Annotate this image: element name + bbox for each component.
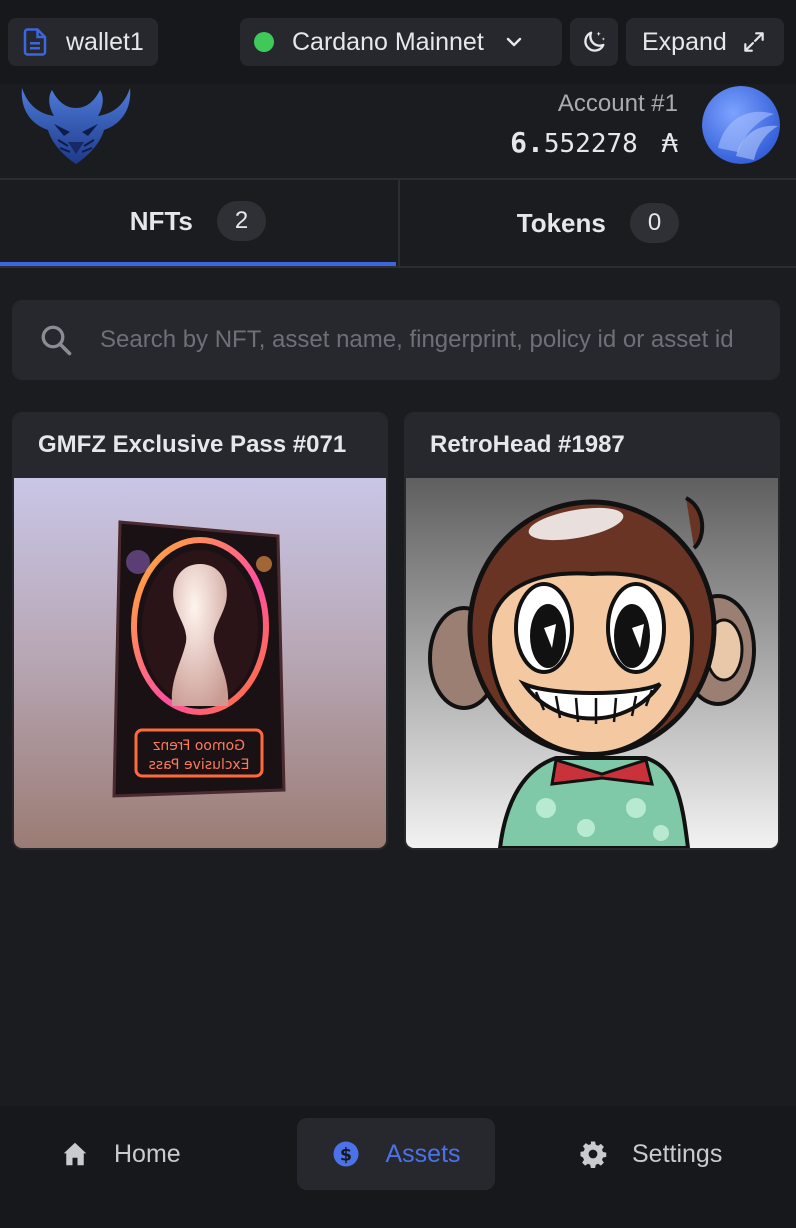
tab-nfts-count: 2	[216, 201, 267, 241]
wallet-selector[interactable]: wallet1	[8, 18, 158, 66]
top-bar: wallet1 Cardano Mainnet Expand	[0, 0, 796, 84]
home-icon	[63, 1142, 87, 1166]
tab-tokens[interactable]: Tokens 0	[398, 180, 796, 266]
document-icon	[23, 28, 47, 56]
asset-tabs: NFTs 2 Tokens 0	[0, 180, 796, 268]
expand-label: Expand	[642, 27, 727, 56]
search-input[interactable]	[98, 325, 762, 355]
nft-card[interactable]: RetroHead #1987	[404, 412, 780, 850]
tab-tokens-label: Tokens	[516, 207, 606, 238]
moon-stars-icon	[584, 31, 605, 52]
wallet-logo	[21, 88, 131, 164]
account-balance: 6.552278 ₳	[510, 126, 678, 159]
svg-text:$: $	[340, 1145, 352, 1165]
nft-title: GMFZ Exclusive Pass #071	[38, 431, 347, 458]
nav-home[interactable]: Home	[60, 1118, 181, 1190]
nft-card-text-1: Gomoo Frenz	[153, 738, 245, 754]
chevron-down-icon	[506, 37, 521, 47]
search-bar	[12, 300, 780, 380]
expand-arrows-icon	[744, 32, 764, 52]
gear-icon	[580, 1141, 607, 1168]
nav-settings[interactable]: Settings	[578, 1118, 722, 1190]
nft-image	[406, 478, 778, 848]
search-icon	[41, 325, 72, 356]
balance-integer: 6.	[510, 126, 544, 159]
nft-image: Gomoo Frenz Exclusive Pass	[14, 478, 386, 848]
balance-decimal: 552278	[543, 129, 638, 159]
network-name: Cardano Mainnet	[292, 27, 484, 56]
tab-nfts[interactable]: NFTs 2	[0, 180, 396, 266]
account-header: Account #1 6.552278 ₳	[0, 84, 796, 180]
bottom-nav: Home $ Assets Settings	[0, 1106, 796, 1228]
nav-assets-label: Assets	[385, 1139, 461, 1168]
nav-assets[interactable]: $ Assets	[297, 1118, 495, 1190]
theme-toggle-button[interactable]	[570, 18, 618, 66]
tab-nfts-label: NFTs	[129, 205, 193, 236]
network-status-dot	[254, 32, 274, 52]
account-name: Account #1	[557, 90, 678, 117]
expand-button[interactable]: Expand	[626, 18, 784, 66]
nav-home-label: Home	[114, 1139, 181, 1168]
network-selector[interactable]: Cardano Mainnet	[240, 18, 562, 66]
nft-title: RetroHead #1987	[430, 431, 625, 458]
ada-symbol: ₳	[661, 129, 678, 159]
tab-tokens-count: 0	[629, 203, 680, 243]
nft-card[interactable]: GMFZ Exclusive Pass #071 Gomoo Frenz Exc…	[12, 412, 388, 850]
avatar[interactable]	[702, 86, 780, 164]
nft-card-text-2: Exclusive Pass	[149, 757, 250, 773]
dollar-coin-icon: $	[333, 1141, 359, 1167]
wallet-name: wallet1	[66, 27, 144, 56]
nav-settings-label: Settings	[632, 1139, 723, 1168]
